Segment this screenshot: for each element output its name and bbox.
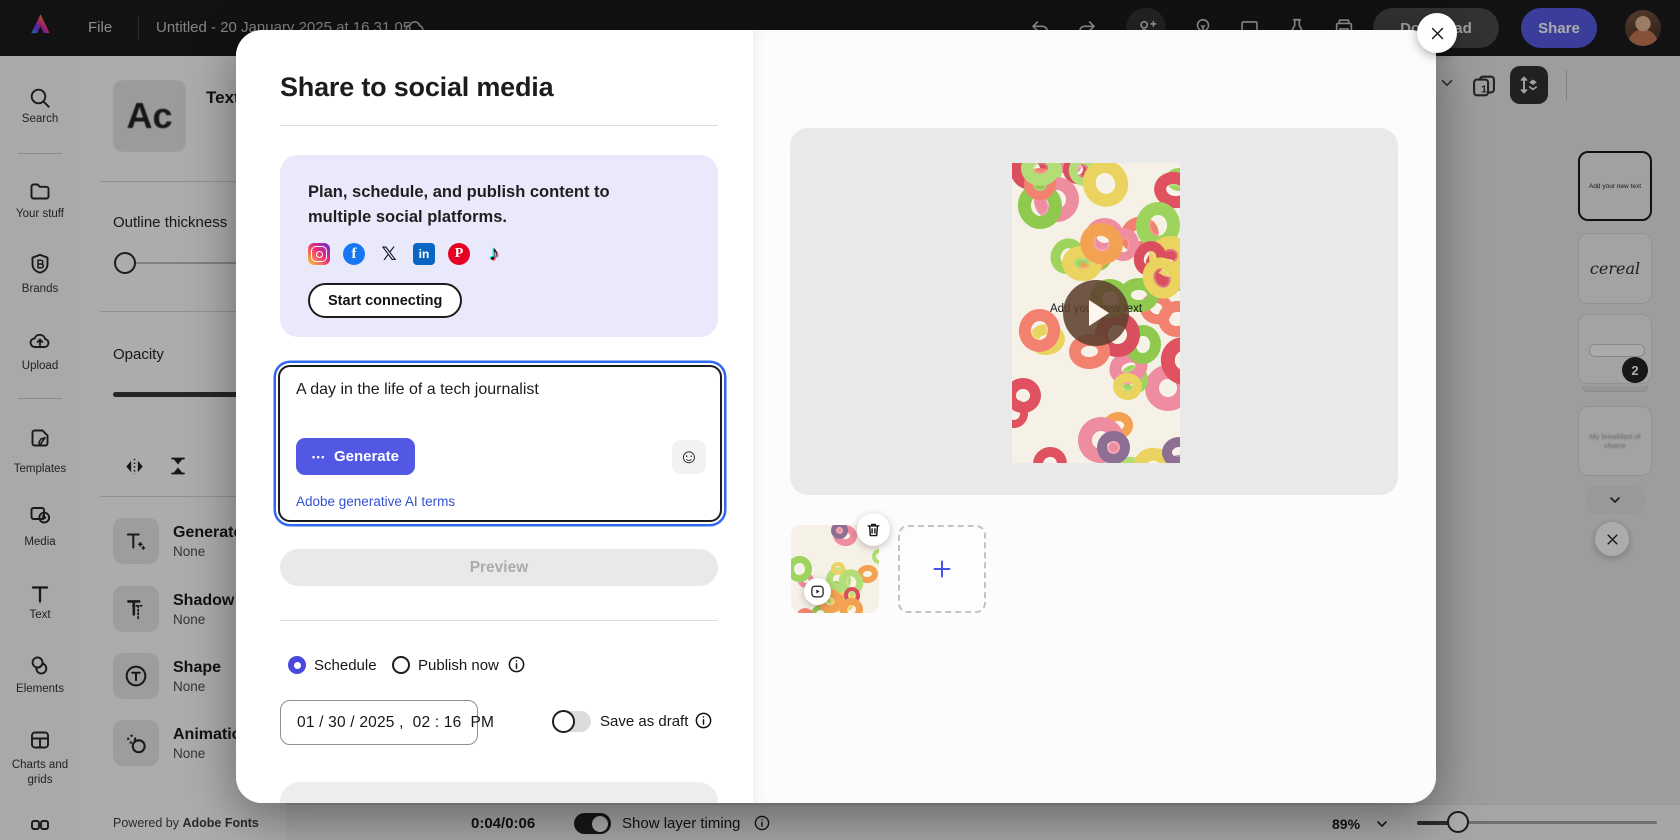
schedule-radio[interactable] bbox=[288, 656, 306, 674]
schedule-label: Schedule bbox=[314, 657, 377, 674]
publish-info-icon[interactable] bbox=[507, 655, 525, 673]
generate-dots-icon: ••• bbox=[312, 452, 326, 462]
media-thumbnail-tile[interactable] bbox=[791, 525, 879, 613]
modal-title: Share to social media bbox=[280, 72, 553, 103]
tiktok-icon: ♪ bbox=[483, 243, 505, 265]
video-badge-icon bbox=[804, 578, 831, 605]
close-icon bbox=[1429, 25, 1446, 42]
cereal-loop-decor bbox=[873, 608, 879, 613]
start-connecting-button[interactable]: Start connecting bbox=[308, 283, 462, 318]
remove-media-trash-button[interactable] bbox=[857, 513, 890, 546]
publish-now-label: Publish now bbox=[418, 657, 499, 674]
ai-terms-link[interactable]: Adobe generative AI terms bbox=[296, 494, 455, 509]
close-modal-button[interactable] bbox=[1417, 13, 1457, 53]
cereal-loop-decor bbox=[870, 548, 879, 566]
publish-now-radio[interactable] bbox=[392, 656, 410, 674]
save-draft-info-icon[interactable] bbox=[694, 711, 712, 729]
save-draft-toggle[interactable] bbox=[553, 711, 591, 732]
cereal-loop-decor bbox=[1012, 377, 1041, 413]
adobe-express-app: File Untitled - 20 January 2025 at 16.31… bbox=[0, 0, 1680, 840]
instagram-icon bbox=[308, 243, 330, 265]
partially-visible-submit-button[interactable] bbox=[280, 782, 718, 803]
preview-button[interactable]: Preview bbox=[280, 549, 718, 586]
social-icons-row: f 𝕏 in P ♪ bbox=[308, 243, 690, 265]
linkedin-icon: in bbox=[413, 243, 435, 265]
facebook-icon: f bbox=[343, 243, 365, 265]
play-triangle-icon bbox=[1089, 300, 1109, 326]
pinterest-icon: P bbox=[448, 243, 470, 265]
generate-caption-button[interactable]: ••• Generate bbox=[296, 438, 415, 475]
plus-icon bbox=[930, 557, 954, 581]
share-preview-pane: Add your new text bbox=[753, 30, 1436, 803]
share-to-social-modal: Share to social media Plan, schedule, an… bbox=[236, 30, 1436, 803]
play-button[interactable] bbox=[1063, 280, 1129, 346]
cereal-loop-decor bbox=[1075, 163, 1136, 214]
x-twitter-icon: 𝕏 bbox=[378, 243, 400, 265]
connect-promo-card: Plan, schedule, and publish content to m… bbox=[280, 155, 718, 337]
caption-value: A day in the life of a tech journalist bbox=[296, 381, 539, 399]
cereal-loop-decor bbox=[1159, 435, 1180, 463]
video-preview[interactable]: Add your new text bbox=[1012, 163, 1180, 463]
promo-text: Plan, schedule, and publish content to m… bbox=[308, 180, 668, 230]
caption-input[interactable]: A day in the life of a tech journalist •… bbox=[278, 365, 722, 522]
emoji-picker-button[interactable]: ☺ bbox=[672, 440, 706, 474]
save-draft-label: Save as draft bbox=[600, 713, 688, 730]
video-preview-card: Add your new text bbox=[790, 128, 1398, 495]
cereal-loop-decor bbox=[1027, 442, 1072, 463]
share-form-pane: Share to social media Plan, schedule, an… bbox=[236, 30, 753, 803]
add-media-tile[interactable] bbox=[898, 525, 986, 613]
schedule-datetime-field[interactable]: 01 / 30 / 2025 , 02 : 16 PM bbox=[280, 700, 478, 745]
